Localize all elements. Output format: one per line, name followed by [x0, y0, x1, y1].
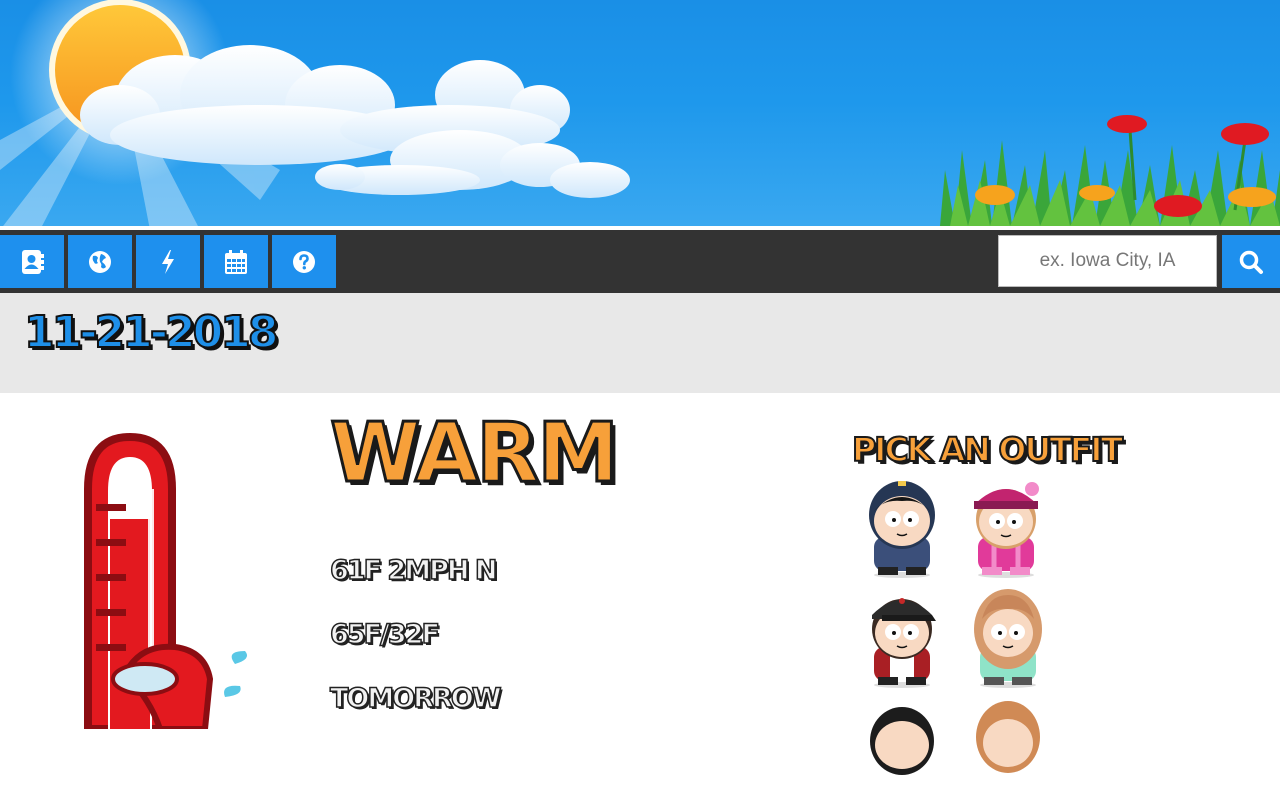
address-book-icon [22, 249, 44, 274]
question-circle-icon [293, 250, 315, 273]
search-icon [1239, 250, 1263, 274]
outfit-option-boy-dark-hair[interactable] [862, 697, 942, 801]
high-low-temp: 65F/32F [329, 619, 440, 650]
outfit-option-girl-ginger-hair[interactable] [968, 693, 1048, 797]
current-date: 11-21-2018 [23, 306, 279, 359]
help-button[interactable] [272, 235, 336, 288]
tomorrow-link[interactable]: TOMORROW [329, 684, 502, 713]
outfit-option-girl-curly-hair[interactable] [968, 585, 1048, 689]
navbar [0, 230, 1280, 293]
search-button[interactable] [1222, 235, 1280, 288]
outfit-section-title: PICK AN OUTFIT [851, 430, 1124, 469]
bolt-icon [162, 249, 174, 274]
current-temp-wind: 61F 2MPH N [329, 555, 498, 586]
thermometer-illustration [84, 432, 248, 729]
outfit-option-boy-red-cap[interactable] [862, 585, 942, 689]
globe-button[interactable] [68, 235, 132, 288]
location-search-field[interactable] [998, 235, 1217, 287]
location-search-input[interactable] [1010, 249, 1205, 273]
alerts-button[interactable] [136, 235, 200, 288]
calendar-button[interactable] [204, 235, 268, 288]
sky-scene-image [0, 0, 1280, 226]
date-band: 11-21-2018 [0, 293, 1280, 393]
weather-condition: WARM [329, 406, 621, 501]
outfit-option-girl-pink-hat[interactable] [966, 475, 1046, 579]
header-banner [0, 0, 1280, 226]
contacts-button[interactable] [0, 235, 64, 288]
outfit-option-boy-blue-hoodie[interactable] [862, 475, 942, 579]
calendar-icon [225, 249, 247, 274]
weather-main: WARM 61F 2MPH N 65F/32F TOMORROW PICK AN… [0, 393, 1280, 775]
globe-icon [89, 250, 111, 273]
